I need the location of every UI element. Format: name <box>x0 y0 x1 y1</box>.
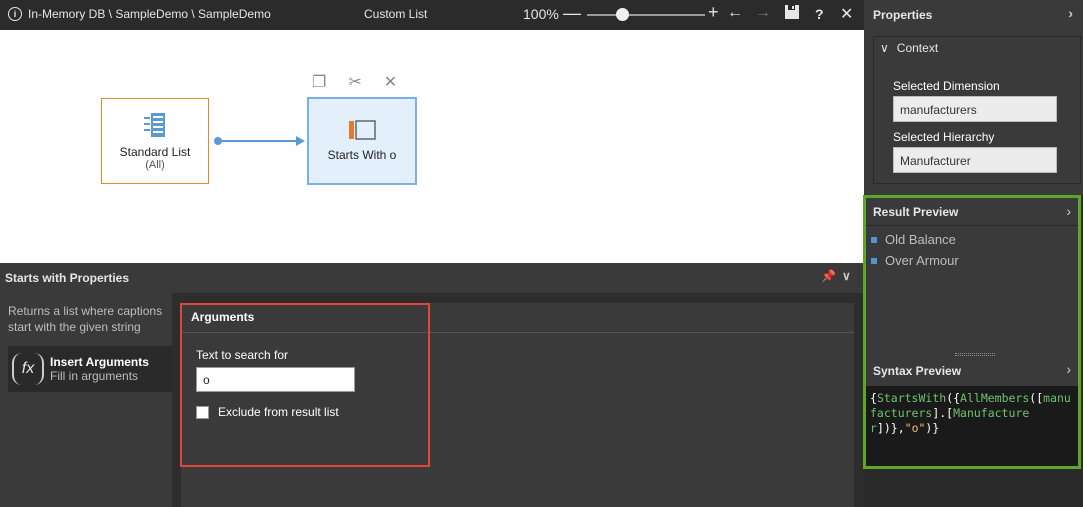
close-icon[interactable]: ✕ <box>840 4 853 24</box>
breadcrumb: i In-Memory DB \ SampleDemo \ SampleDemo <box>8 7 271 21</box>
node-label: Starts With o <box>327 148 397 162</box>
zoom-in-button[interactable]: + <box>708 2 719 23</box>
starts-with-node[interactable]: Starts With o <box>307 97 417 185</box>
preview-highlight <box>863 195 1081 469</box>
dimension-field[interactable]: manufacturers <box>893 96 1057 122</box>
function-description: Returns a list where captions start with… <box>8 304 163 334</box>
copy-icon[interactable]: ❐ <box>312 72 326 92</box>
pin-icon[interactable]: 📌 <box>821 269 836 283</box>
node-toolbar: ❐ ✂ ✕ <box>312 72 397 92</box>
fx-icon: fx <box>12 353 44 385</box>
redo-icon[interactable]: → <box>755 4 771 22</box>
zoom-level: 100% <box>523 6 559 22</box>
standard-list-node[interactable]: Standard List (All) <box>101 98 209 184</box>
hierarchy-field[interactable]: Manufacturer <box>893 147 1057 173</box>
properties-title: Properties <box>873 8 933 22</box>
starts-with-icon <box>349 120 376 140</box>
app-root: i In-Memory DB \ SampleDemo \ SampleDemo… <box>0 0 1083 507</box>
page-title: Custom List <box>364 7 428 21</box>
undo-icon[interactable]: ← <box>727 4 743 22</box>
hierarchy-label: Selected Hierarchy <box>893 130 995 144</box>
node-sublabel: (All) <box>145 159 165 171</box>
save-icon[interactable] <box>784 4 800 25</box>
breadcrumb-text: In-Memory DB \ SampleDemo \ SampleDemo <box>28 7 271 21</box>
delete-icon[interactable]: ✕ <box>384 72 397 92</box>
list-tree-icon <box>144 113 165 137</box>
insert-arguments-item[interactable]: fx Insert Arguments Fill in arguments <box>8 346 172 392</box>
panel-title: Starts with Properties <box>5 271 130 285</box>
function-sidebar: Returns a list where captions start with… <box>0 293 172 507</box>
dimension-label: Selected Dimension <box>893 79 1000 93</box>
context-header[interactable]: ∨ Context <box>880 41 938 55</box>
help-button[interactable]: ? <box>815 6 824 22</box>
connector-arrow <box>296 136 305 146</box>
arguments-highlight <box>180 303 430 467</box>
zoom-out-button[interactable]: — <box>563 3 581 24</box>
properties-header: Properties › <box>864 0 1083 30</box>
flow-canvas[interactable]: Standard List (All) ❐ ✂ ✕ Starts With o <box>0 30 864 263</box>
cut-icon[interactable]: ✂ <box>348 72 361 92</box>
insert-subtitle: Fill in arguments <box>50 369 139 383</box>
zoom-slider-track[interactable] <box>587 14 705 16</box>
top-toolbar: i In-Memory DB \ SampleDemo \ SampleDemo… <box>0 0 864 30</box>
connector-line <box>215 140 303 142</box>
bottom-strip <box>864 469 1083 507</box>
insert-title: Insert Arguments <box>50 355 149 369</box>
context-title: Context <box>896 41 939 55</box>
info-icon[interactable]: i <box>8 7 22 21</box>
node-label: Standard List <box>119 145 191 159</box>
chevron-down-icon[interactable]: ∨ <box>842 269 851 283</box>
chevron-right-icon[interactable]: › <box>1068 5 1073 21</box>
chevron-down-icon: ∨ <box>880 41 889 55</box>
zoom-slider-thumb[interactable] <box>616 8 629 21</box>
properties-panel-header: Starts with Properties 📌 ∨ <box>0 263 864 293</box>
